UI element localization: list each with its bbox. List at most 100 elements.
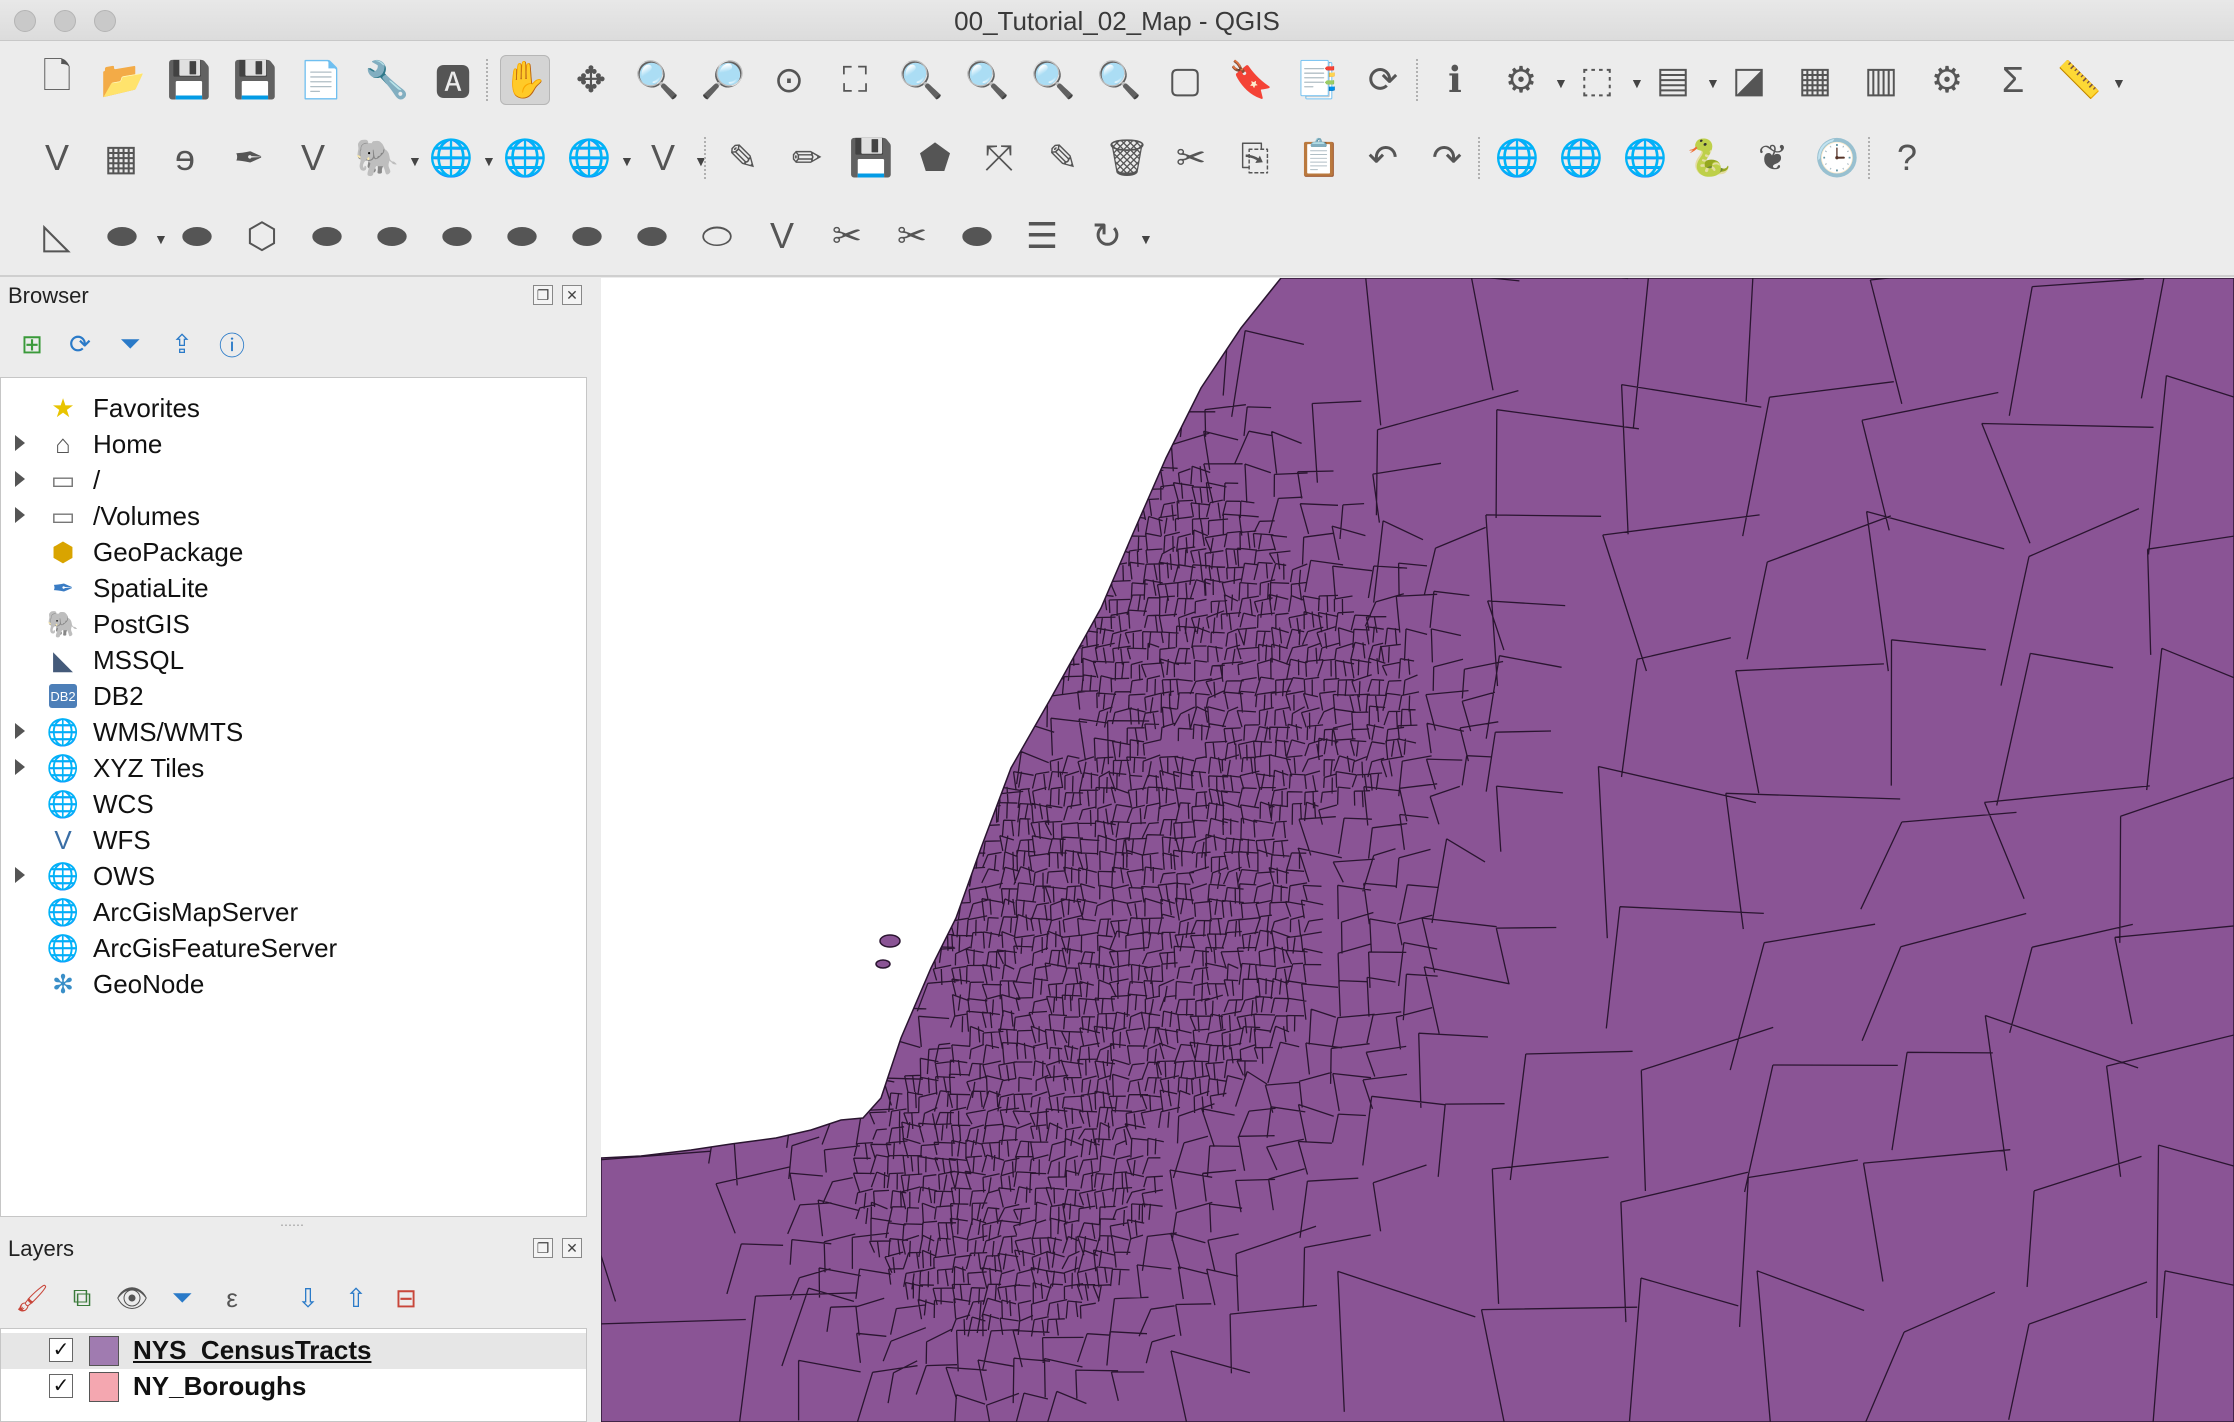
redo-icon[interactable]: ↷ <box>1422 133 1472 183</box>
toolbar-handle[interactable] <box>1478 137 1484 179</box>
chevron-down-icon[interactable]: ▼ <box>408 153 422 169</box>
panel-resize-handle[interactable]: ⋯⋯ <box>280 1218 304 1232</box>
filter-legend-icon[interactable]: ⏷ <box>164 1280 200 1316</box>
run-action-icon[interactable]: ⚙ <box>1496 55 1546 105</box>
open-project-icon[interactable]: 📂 <box>98 55 148 105</box>
close-panel-icon[interactable]: ✕ <box>562 285 582 305</box>
new-map-view-icon[interactable]: ▢ <box>1160 55 1210 105</box>
browser-item-geopackage[interactable]: ⬢ GeoPackage <box>1 534 586 570</box>
layer-row[interactable]: ✓ NYS_CensusTracts <box>1 1333 586 1369</box>
new-bookmark-icon[interactable]: 🔖 <box>1226 55 1276 105</box>
chevron-down-icon[interactable]: ▼ <box>1554 75 1568 91</box>
refresh-browser-icon[interactable]: ⟳ <box>62 326 98 362</box>
expand-arrow-icon[interactable] <box>15 507 25 523</box>
python-console-icon[interactable]: 🐍 <box>1684 133 1734 183</box>
browser-item-wcs[interactable]: 🌐 WCS <box>1 786 586 822</box>
reshape-icon[interactable]: ⬬ <box>627 211 677 261</box>
remove-layer-icon[interactable]: ⊟ <box>388 1280 424 1316</box>
map-canvas[interactable] <box>601 278 2234 1422</box>
chevron-down-icon[interactable]: ▼ <box>154 231 168 247</box>
expand-arrow-icon[interactable] <box>15 471 25 487</box>
expand-arrow-icon[interactable] <box>15 867 25 883</box>
browser-item-arcgismapserver[interactable]: 🌐 ArcGisMapServer <box>1 894 586 930</box>
chevron-down-icon[interactable]: ▼ <box>1139 231 1153 247</box>
chevron-down-icon[interactable]: ▼ <box>2112 75 2126 91</box>
chevron-down-icon[interactable]: ▼ <box>620 153 634 169</box>
island-tract[interactable] <box>879 934 901 948</box>
pan-to-selection-icon[interactable]: ✥ <box>566 55 616 105</box>
grass-icon[interactable]: ❦ <box>1748 133 1798 183</box>
temporal-controller-icon[interactable]: 🕒 <box>1812 133 1862 183</box>
offset-curve-icon[interactable]: ⬭ <box>692 211 742 261</box>
manage-map-themes-icon[interactable]: 👁 <box>114 1280 150 1316</box>
add-wms-icon[interactable]: 🌐 <box>426 133 476 183</box>
browser-item-xyz-tiles[interactable]: 🌐 XYZ Tiles <box>1 750 586 786</box>
add-selected-layers-icon[interactable]: ⊞ <box>14 326 50 362</box>
browser-item-db2[interactable]: DB2 DB2 <box>1 678 586 714</box>
toolbar-handle[interactable] <box>1868 137 1874 179</box>
digitize-angle-icon[interactable]: ◺ <box>32 211 82 261</box>
browser-item-spatialite[interactable]: ✒ SpatiaLite <box>1 570 586 606</box>
float-layers-panel-icon[interactable]: ❐ <box>533 1238 553 1258</box>
statistical-summary-icon[interactable]: ▥ <box>1856 55 1906 105</box>
split-parts-icon[interactable]: ✂ <box>887 211 937 261</box>
add-vector-icon[interactable]: V <box>638 133 688 183</box>
add-virtual-layer-icon[interactable]: V <box>288 133 338 183</box>
zoom-next-icon[interactable]: 🔍 <box>1094 55 1144 105</box>
browser-item-wfs[interactable]: V WFS <box>1 822 586 858</box>
delete-selected-icon[interactable]: 🗑 <box>1102 133 1152 183</box>
identify-features-icon[interactable]: ℹ <box>1430 55 1480 105</box>
copy-features-icon[interactable]: ⎘ <box>1230 133 1280 183</box>
simplify-icon[interactable]: ⬡ <box>237 211 287 261</box>
save-as-icon[interactable]: 💾 <box>230 55 280 105</box>
metasearch-icon[interactable]: 🌐 <box>1620 133 1670 183</box>
zoom-to-layer-icon[interactable]: 🔍 <box>962 55 1012 105</box>
add-postgis-icon[interactable]: 🐘 <box>352 133 402 183</box>
collapse-all-layers-icon[interactable]: ⇧ <box>338 1280 374 1316</box>
zoom-last-icon[interactable]: 🔍 <box>1028 55 1078 105</box>
sum-icon[interactable]: Σ <box>1988 55 2038 105</box>
island-tract[interactable] <box>875 959 891 969</box>
delete-ring-icon[interactable]: ⬬ <box>497 211 547 261</box>
merge-features-icon[interactable]: ⬬ <box>952 211 1002 261</box>
new-project-icon[interactable]: 🗋 <box>32 55 82 105</box>
browser-item-postgis[interactable]: 🐘 PostGIS <box>1 606 586 642</box>
rotate-point-icon[interactable]: ↻ <box>1082 211 1132 261</box>
help-icon[interactable]: ? <box>1882 133 1932 183</box>
expand-arrow-icon[interactable] <box>15 723 25 739</box>
layout-manager-icon[interactable]: 🔧 <box>362 55 412 105</box>
zoom-full-icon[interactable]: ⛶ <box>830 55 880 105</box>
pan-map-icon[interactable]: ✋ <box>500 55 550 105</box>
rotate-feature-icon[interactable]: ⬬ <box>172 211 222 261</box>
fill-ring-icon[interactable]: ⬬ <box>432 211 482 261</box>
add-feature-icon[interactable]: ⬟ <box>910 133 960 183</box>
zoom-native-icon[interactable]: ⊙ <box>764 55 814 105</box>
close-layers-panel-icon[interactable]: ✕ <box>562 1238 582 1258</box>
reverse-line-icon[interactable]: V <box>757 211 807 261</box>
expand-all-icon[interactable]: ⇩ <box>290 1280 326 1316</box>
merge-attributes-icon[interactable]: ☰ <box>1017 211 1067 261</box>
new-raster-layer-icon[interactable]: ▦ <box>96 133 146 183</box>
modify-attributes-icon[interactable]: ✎ <box>1038 133 1088 183</box>
add-wfs-icon[interactable]: 🌐 <box>564 133 614 183</box>
chevron-down-icon[interactable]: ▼ <box>482 153 496 169</box>
delete-part-icon[interactable]: ⬬ <box>562 211 612 261</box>
browser-item-wms-wmts[interactable]: 🌐 WMS/WMTS <box>1 714 586 750</box>
browser-item-arcgisfeatureserver[interactable]: 🌐 ArcGisFeatureServer <box>1 930 586 966</box>
toggle-editing-icon[interactable]: ✏ <box>782 133 832 183</box>
filter-browser-icon[interactable]: ⏷ <box>112 326 148 362</box>
cut-features-icon[interactable]: ✂ <box>1166 133 1216 183</box>
zoom-out-icon[interactable]: 🔎 <box>698 55 748 105</box>
chevron-down-icon[interactable]: ▼ <box>1706 75 1720 91</box>
expand-arrow-icon[interactable] <box>15 759 25 775</box>
layer-row[interactable]: ✓ NY_Boroughs <box>1 1369 586 1405</box>
layer-visibility-checkbox[interactable]: ✓ <box>49 1374 73 1398</box>
float-panel-icon[interactable]: ❐ <box>533 285 553 305</box>
zoom-in-icon[interactable]: 🔍 <box>632 55 682 105</box>
new-print-layout-icon[interactable]: 📄 <box>296 55 346 105</box>
layer-symbol-swatch[interactable] <box>89 1336 119 1366</box>
new-vector-layer-icon[interactable]: V <box>32 133 82 183</box>
split-features-icon[interactable]: ✂ <box>822 211 872 261</box>
add-delimited-text-icon[interactable]: ɘ <box>160 133 210 183</box>
zoom-to-selection-icon[interactable]: 🔍 <box>896 55 946 105</box>
